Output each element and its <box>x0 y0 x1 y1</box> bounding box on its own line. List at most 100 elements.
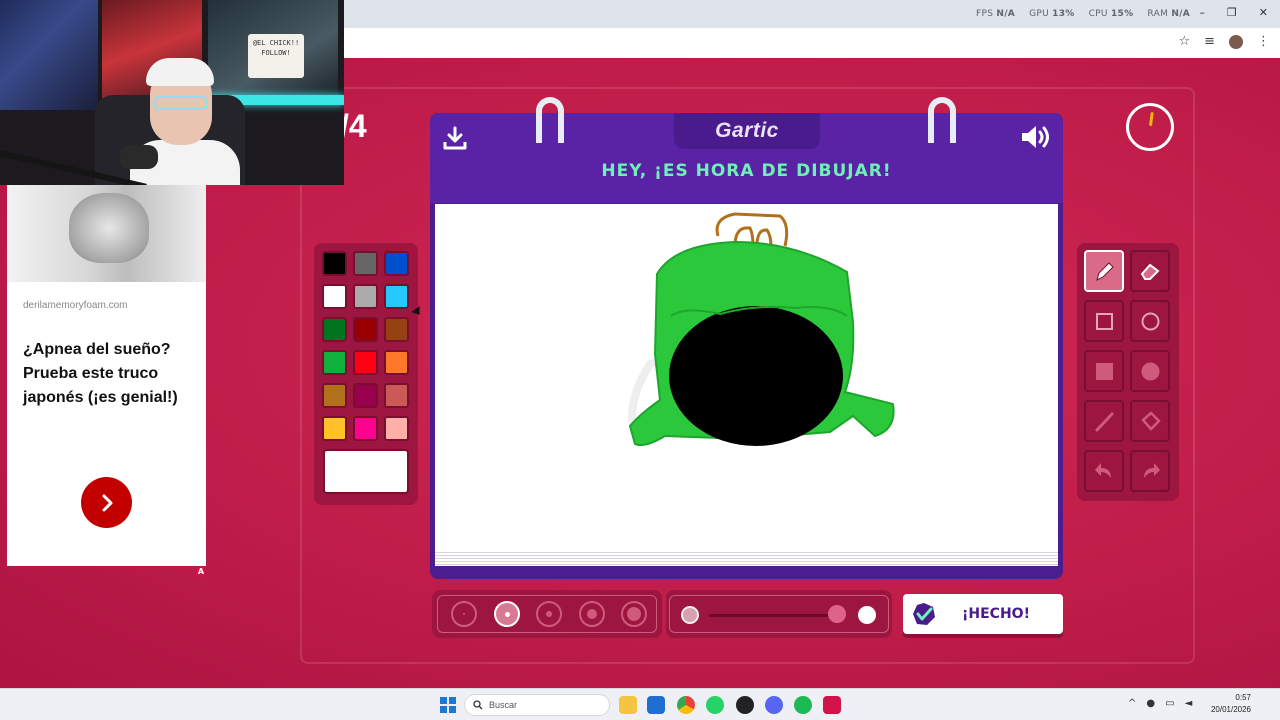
spotify-icon[interactable] <box>794 696 812 714</box>
opacity-track[interactable] <box>709 614 844 617</box>
color-swatch[interactable] <box>384 317 409 342</box>
ad-image <box>7 185 206 282</box>
streamer-glasses <box>154 96 208 110</box>
network-icon[interactable]: ▭ <box>1165 698 1174 709</box>
ad-headline[interactable]: ¿Apnea del sueño? Prueba este truco japo… <box>23 338 198 410</box>
stat-fps: FPS N/A <box>976 9 1016 19</box>
poster-left <box>0 0 98 110</box>
draw-prompt: HEY, ¡ES HORA DE DIBUJAR! <box>601 161 892 181</box>
done-label: ¡HECHO! <box>962 606 1030 622</box>
redo-icon <box>1143 462 1160 478</box>
windows-start-icon[interactable] <box>440 697 456 713</box>
ad-domain[interactable]: derilamemoryfoam.com <box>23 300 127 311</box>
fill-bucket-icon <box>1140 410 1161 431</box>
minimize-button[interactable]: – <box>1199 6 1205 19</box>
color-palette <box>314 243 418 505</box>
brush-size-4[interactable] <box>579 601 605 627</box>
stat-cpu: CPU 15% <box>1088 9 1134 19</box>
round-counter: /4 <box>340 108 367 144</box>
tool-fill-bucket[interactable] <box>1130 400 1170 442</box>
color-swatch[interactable] <box>353 317 378 342</box>
color-swatch[interactable] <box>322 350 347 375</box>
color-swatch[interactable] <box>353 383 378 408</box>
download-icon[interactable] <box>442 125 468 151</box>
taskbar: Buscar ^ ● ▭ ◄ 0:57 20/01/2026 <box>0 688 1280 720</box>
tool-pencil[interactable] <box>1084 250 1124 292</box>
ad-badge[interactable]: A <box>196 567 206 577</box>
taskbar-search[interactable]: Buscar <box>464 694 610 716</box>
color-swatch[interactable] <box>353 251 378 276</box>
chevron-right-icon <box>102 494 112 511</box>
browser-menu-icon[interactable]: ⋮ <box>1257 34 1270 49</box>
search-icon <box>473 700 483 710</box>
color-swatch[interactable] <box>322 416 347 441</box>
color-swatch[interactable] <box>353 416 378 441</box>
bookmark-star-icon[interactable]: ☆ <box>1178 34 1190 49</box>
store-icon[interactable] <box>647 696 665 714</box>
volume-icon[interactable]: ◄ <box>1185 698 1193 709</box>
tools-panel <box>1077 243 1179 501</box>
file-explorer-icon[interactable] <box>619 696 637 714</box>
tool-redo[interactable] <box>1130 450 1170 492</box>
tool-rectangle-outline[interactable] <box>1084 300 1124 342</box>
tool-undo[interactable] <box>1084 450 1124 492</box>
advertisement[interactable]: derilamemoryfoam.com ¿Apnea del sueño? P… <box>7 185 206 566</box>
brush-size-5[interactable] <box>621 601 647 627</box>
brush-size-2[interactable] <box>494 601 520 627</box>
brush-size-selector <box>432 590 662 638</box>
logo-tab: Gartic <box>674 113 820 149</box>
color-swatch[interactable] <box>384 383 409 408</box>
app-dark-icon[interactable] <box>736 696 754 714</box>
undo-icon <box>1094 462 1111 478</box>
board-header: Gartic HEY, ¡ES HORA DE DIBUJAR! <box>430 113 1063 203</box>
tool-line[interactable] <box>1084 400 1124 442</box>
tool-ellipse-outline[interactable] <box>1130 300 1170 342</box>
color-swatch[interactable] <box>384 416 409 441</box>
streaming-app-icon[interactable] <box>823 696 841 714</box>
microphone-icon[interactable]: ● <box>1146 698 1155 709</box>
tool-rectangle-filled[interactable] <box>1084 350 1124 392</box>
address-bar-actions: ☆ ≡ ⋮ <box>1178 34 1270 49</box>
opacity-slider <box>666 590 892 638</box>
maximize-button[interactable]: ❐ <box>1227 6 1237 19</box>
color-swatch[interactable] <box>322 284 347 309</box>
color-swatch[interactable] <box>384 251 409 276</box>
tool-eraser[interactable] <box>1130 250 1170 292</box>
color-swatch[interactable] <box>384 284 409 309</box>
color-swatch[interactable] <box>322 251 347 276</box>
system-stats-overlay: FPS N/A GPU 13% CPU 15% RAM N/A <box>976 9 1190 19</box>
timer-hand <box>1149 111 1154 127</box>
color-swatch[interactable] <box>322 383 347 408</box>
taskbar-clock[interactable]: 0:57 20/01/2026 <box>1205 692 1251 716</box>
drawing-board: Gartic HEY, ¡ES HORA DE DIBUJAR! <box>430 97 1063 579</box>
system-tray: ^ ● ▭ ◄ <box>1128 698 1192 709</box>
binder-ring-left <box>536 97 564 143</box>
color-swatch[interactable] <box>353 284 378 309</box>
speaker-icon[interactable] <box>1019 123 1053 151</box>
binder-ring-right <box>928 97 956 143</box>
discord-icon[interactable] <box>765 696 783 714</box>
paper-edge <box>435 550 1058 566</box>
color-swatch[interactable] <box>322 317 347 342</box>
profile-avatar-icon[interactable] <box>1229 34 1243 49</box>
rectangle-outline-icon <box>1095 312 1113 330</box>
drawing-canvas[interactable] <box>435 204 1058 550</box>
chrome-icon[interactable] <box>677 696 695 714</box>
ad-arrow-button[interactable] <box>81 477 132 528</box>
microphone <box>120 145 158 169</box>
whatsapp-icon[interactable] <box>706 696 724 714</box>
brush-size-1[interactable] <box>451 601 477 627</box>
stat-gpu: GPU 13% <box>1029 9 1075 19</box>
done-button[interactable]: ¡HECHO! <box>903 594 1063 634</box>
pencil-icon <box>1095 261 1114 281</box>
webcam-overlay: @EL CHICK!! FOLLOW! <box>0 0 344 185</box>
tool-ellipse-filled[interactable] <box>1130 350 1170 392</box>
color-swatch[interactable] <box>353 350 378 375</box>
tray-chevron-icon[interactable]: ^ <box>1128 698 1136 709</box>
taskbar-search-placeholder: Buscar <box>489 700 518 710</box>
brush-size-3[interactable] <box>536 601 562 627</box>
stat-ram: RAM N/A <box>1147 9 1190 19</box>
media-controls-icon[interactable]: ≡ <box>1204 34 1215 49</box>
close-button[interactable]: ✕ <box>1259 6 1268 19</box>
color-swatch[interactable] <box>384 350 409 375</box>
